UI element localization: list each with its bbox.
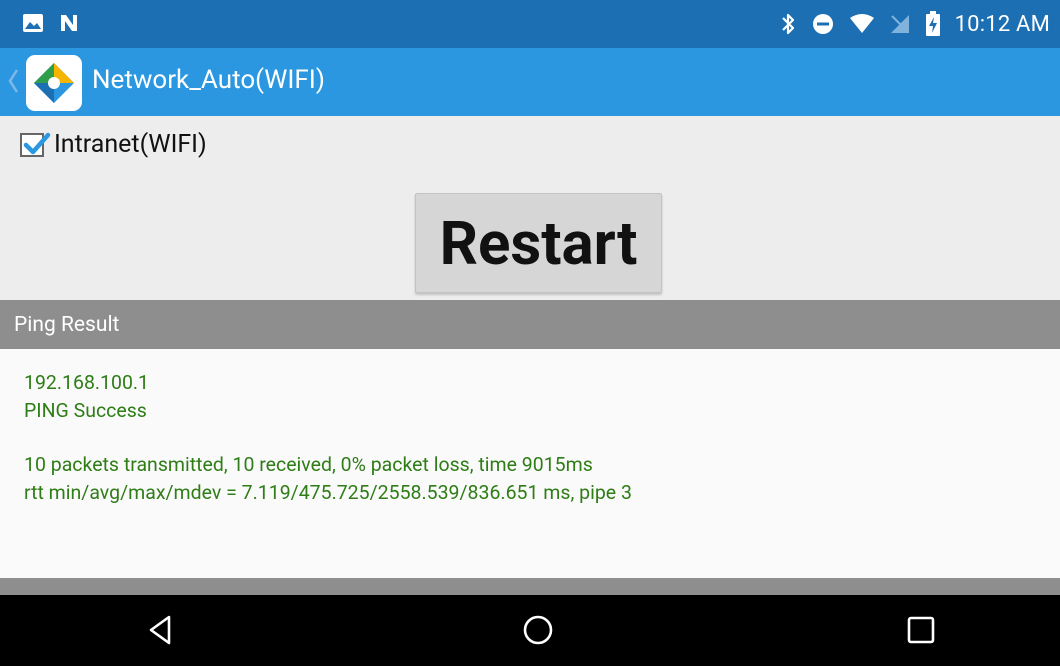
back-chevron-icon[interactable]	[6, 66, 20, 100]
intranet-checkbox[interactable]	[20, 132, 51, 157]
battery-charging-icon	[925, 11, 941, 37]
app-logo-icon	[34, 63, 74, 103]
status-bar-right: 10:12 AM	[779, 10, 1050, 38]
intranet-checkbox-label: Intranet(WIFI)	[54, 130, 207, 159]
bluetooth-icon	[779, 12, 797, 36]
restart-button[interactable]: Restart	[415, 193, 662, 293]
do-not-disturb-icon	[811, 12, 835, 36]
wifi-icon	[849, 13, 875, 35]
ping-packet-summary: 10 packets transmitted, 10 received, 0% …	[24, 453, 593, 476]
ping-result-title: Ping Result	[14, 313, 120, 337]
ping-status: PING Success	[24, 399, 147, 422]
n-notification-icon	[58, 12, 80, 34]
app-title: Network_Auto(WIFI)	[92, 65, 325, 95]
checkmark-icon	[23, 132, 51, 154]
status-time: 10:12 AM	[954, 11, 1050, 37]
ping-result-panel: 192.168.100.1 PING Success 10 packets tr…	[0, 349, 1060, 578]
app-bar: Network_Auto(WIFI)	[0, 48, 1060, 116]
ping-result-header: Ping Result	[0, 300, 1060, 349]
home-icon[interactable]	[521, 613, 555, 651]
recents-icon[interactable]	[905, 613, 937, 651]
next-section-header	[0, 578, 1060, 595]
intranet-checkbox-row[interactable]: Intranet(WIFI)	[20, 130, 207, 159]
status-bar: 10:12 AM	[0, 0, 1060, 48]
app-logo[interactable]	[26, 55, 82, 111]
no-signal-icon	[889, 13, 911, 35]
image-icon	[22, 13, 44, 33]
ping-host: 192.168.100.1	[24, 371, 150, 394]
back-icon[interactable]	[145, 613, 175, 651]
navigation-bar	[0, 595, 1060, 666]
status-bar-left	[22, 12, 80, 34]
ping-rtt-summary: rtt min/avg/max/mdev = 7.119/475.725/255…	[24, 481, 632, 504]
